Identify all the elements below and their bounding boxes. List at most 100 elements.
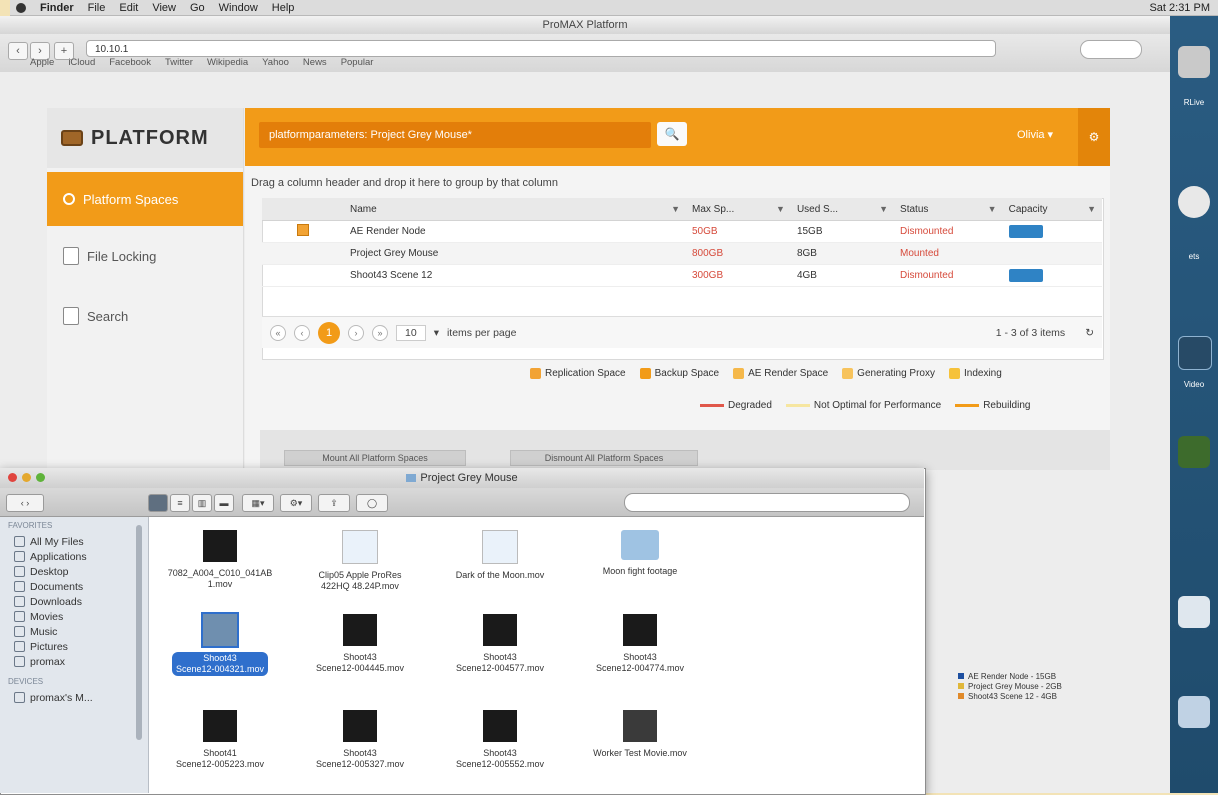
- next-page-icon[interactable]: ›: [348, 324, 364, 341]
- cell-used: 15GB: [790, 220, 895, 243]
- list-view-icon[interactable]: ≡: [170, 494, 190, 512]
- sidebar-item-device[interactable]: promax's M...: [0, 690, 148, 705]
- folder-item[interactable]: Moon fight footage: [570, 530, 710, 577]
- page-size-select[interactable]: 10: [396, 324, 426, 341]
- sidebar-item-desktop[interactable]: Desktop: [0, 564, 148, 579]
- clock[interactable]: Sat 2:31 PM: [1149, 2, 1210, 14]
- group-drop-hint: Drag a column header and drop it here to…: [251, 177, 558, 189]
- chart-legend-item: Shoot43 Scene 12 - 4GB: [958, 692, 1062, 702]
- settings-icon[interactable]: ⚙: [1078, 108, 1110, 166]
- col-name[interactable]: Name ▼: [344, 198, 686, 221]
- platform-search-input[interactable]: platformparameters: Project Grey Mouse*: [259, 122, 651, 148]
- address-bar[interactable]: 10.10.1: [86, 40, 996, 57]
- apple-icon[interactable]: [16, 2, 26, 13]
- app-icon[interactable]: [1178, 436, 1210, 468]
- files-icon: [14, 536, 25, 547]
- nav-search[interactable]: Search: [47, 296, 243, 336]
- app-icon[interactable]: [1178, 336, 1212, 370]
- user-menu[interactable]: Olivia ▾: [1017, 128, 1053, 141]
- file-item[interactable]: Shoot41 Scene12-005223.mov: [150, 710, 290, 770]
- menu-go[interactable]: Go: [190, 2, 205, 14]
- coverflow-view-icon[interactable]: ▬: [214, 494, 234, 512]
- last-page-icon[interactable]: »: [372, 324, 388, 341]
- filter-icon[interactable]: ▼: [776, 204, 785, 214]
- menu-finder[interactable]: Finder: [40, 2, 74, 14]
- page-size-dropdown-icon[interactable]: ▾: [434, 327, 439, 339]
- zoom-icon[interactable]: [36, 473, 45, 482]
- nav-file-locking[interactable]: File Locking: [47, 236, 243, 276]
- bookmark-item[interactable]: Twitter: [165, 57, 193, 68]
- app-icon[interactable]: [1178, 696, 1210, 728]
- legend-item: Rebuilding: [955, 400, 1030, 411]
- icon-view-icon[interactable]: [148, 494, 168, 512]
- bookmark-item[interactable]: Yahoo: [262, 57, 289, 68]
- bookmark-item[interactable]: News: [303, 57, 327, 68]
- filter-icon[interactable]: ▼: [671, 204, 680, 214]
- filter-icon[interactable]: ▼: [879, 204, 888, 214]
- filter-icon[interactable]: ▼: [988, 204, 997, 214]
- sidebar-item-pictures[interactable]: Pictures: [0, 639, 148, 654]
- sidebar-item-all-my-files[interactable]: All My Files: [0, 534, 148, 549]
- sidebar-item-music[interactable]: Music: [0, 624, 148, 639]
- app-icon[interactable]: [1178, 596, 1210, 628]
- file-item[interactable]: Shoot43 Scene12-005552.mov: [430, 710, 570, 770]
- filter-icon[interactable]: ▼: [1087, 204, 1096, 214]
- nav-platform-spaces[interactable]: Platform Spaces: [47, 172, 243, 226]
- minimize-icon[interactable]: [22, 473, 31, 482]
- arrange-icon[interactable]: ▦▾: [242, 494, 274, 512]
- file-item[interactable]: 7082_A004_C010_041AB 1.mov: [150, 530, 290, 590]
- sidebar-item-documents[interactable]: Documents: [0, 579, 148, 594]
- finder-search-field[interactable]: [624, 493, 910, 512]
- status-legend: Degraded Not Optimal for Performance Reb…: [700, 400, 1030, 411]
- close-icon[interactable]: [8, 473, 17, 482]
- prev-page-icon[interactable]: ‹: [294, 324, 310, 341]
- sidebar-item-promax[interactable]: promax: [0, 654, 148, 669]
- column-view-icon[interactable]: ▥: [192, 494, 212, 512]
- search-button[interactable]: 🔍: [657, 122, 687, 146]
- bookmark-item[interactable]: Facebook: [109, 57, 151, 68]
- refresh-icon[interactable]: ↻: [1085, 327, 1102, 339]
- sidebar-scrollbar[interactable]: [136, 525, 142, 740]
- sidebar-item-applications[interactable]: Applications: [0, 549, 148, 564]
- table-row[interactable]: Project Grey Mouse 800GB 8GB Mounted: [262, 242, 1102, 265]
- file-item[interactable]: Shoot43 Scene12-004577.mov: [430, 614, 570, 674]
- file-item-selected[interactable]: Shoot43 Scene12-004321.mov: [150, 612, 290, 676]
- back-forward-icon[interactable]: ‹ ›: [6, 494, 44, 512]
- table-row[interactable]: AE Render Node 50GB 15GB Dismounted: [262, 220, 1102, 243]
- file-item[interactable]: Dark of the Moon.mov: [430, 530, 570, 581]
- file-item[interactable]: Shoot43 Scene12-004774.mov: [570, 614, 710, 674]
- col-used-space[interactable]: Used S... ▼: [790, 198, 895, 221]
- first-page-icon[interactable]: «: [270, 324, 286, 341]
- dismount-all-button[interactable]: Dismount All Platform Spaces: [510, 450, 698, 466]
- menu-view[interactable]: View: [152, 2, 176, 14]
- col-max-space[interactable]: Max Sp... ▼: [686, 198, 791, 221]
- mount-all-button[interactable]: Mount All Platform Spaces: [284, 450, 466, 466]
- not-optimal-line: [785, 403, 810, 407]
- col-status[interactable]: Status ▼: [894, 198, 1003, 221]
- share-icon[interactable]: ⇪: [318, 494, 350, 512]
- file-item[interactable]: Shoot43 Scene12-005327.mov: [290, 710, 430, 770]
- bookmark-item[interactable]: Popular: [341, 57, 374, 68]
- menu-window[interactable]: Window: [219, 2, 258, 14]
- file-item[interactable]: Worker Test Movie.mov: [570, 710, 710, 759]
- bookmark-item[interactable]: Apple: [30, 57, 54, 68]
- drive-icon[interactable]: [1178, 46, 1210, 78]
- file-item[interactable]: Clip05 Apple ProRes 422HQ 48.24P.mov: [290, 530, 430, 592]
- back-icon[interactable]: ‹: [8, 42, 28, 60]
- current-page[interactable]: 1: [318, 321, 340, 344]
- menu-file[interactable]: File: [88, 2, 106, 14]
- file-item[interactable]: Shoot43 Scene12-004445.mov: [290, 614, 430, 674]
- sidebar-section-devices: DEVICES: [8, 677, 44, 686]
- menu-help[interactable]: Help: [272, 2, 295, 14]
- menu-edit[interactable]: Edit: [119, 2, 138, 14]
- bookmark-item[interactable]: iCloud: [68, 57, 95, 68]
- disc-icon[interactable]: [1178, 186, 1210, 218]
- bookmark-item[interactable]: Wikipedia: [207, 57, 248, 68]
- action-icon[interactable]: ⚙▾: [280, 494, 312, 512]
- table-row[interactable]: Shoot43 Scene 12 300GB 4GB Dismounted: [262, 264, 1102, 287]
- browser-search-field[interactable]: [1080, 40, 1142, 59]
- tag-icon[interactable]: ◯: [356, 494, 388, 512]
- col-capacity[interactable]: Capacity ▼: [1002, 198, 1102, 221]
- sidebar-item-movies[interactable]: Movies: [0, 609, 148, 624]
- sidebar-item-downloads[interactable]: Downloads: [0, 594, 148, 609]
